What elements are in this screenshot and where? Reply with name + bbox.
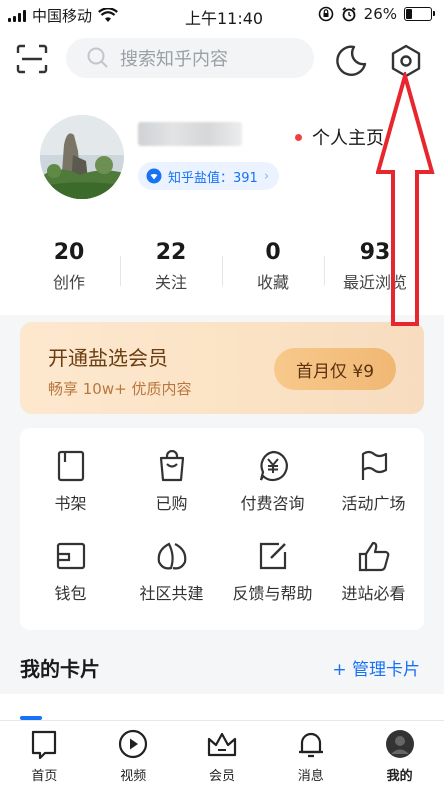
annotation-arrow-icon — [376, 72, 435, 326]
avatar-image — [40, 115, 124, 199]
grid-item-label: 进站必看 — [341, 584, 406, 603]
grid-item-label: 社区共建 — [139, 584, 204, 603]
chevron-right-icon: › — [263, 168, 270, 184]
leaves-icon — [157, 542, 186, 570]
stat-following[interactable]: 22 关注 — [120, 240, 222, 293]
stat-number: 0 — [265, 240, 281, 265]
thumbs-up-icon — [358, 541, 389, 572]
grid-item-label: 钱包 — [54, 584, 87, 603]
vip-banner[interactable]: 开通盐选会员 畅享 10w+ 优质内容 首月仅 ¥9 — [20, 322, 424, 414]
bag-icon — [159, 450, 184, 482]
grid-item-community[interactable]: 社区共建 — [121, 540, 222, 604]
nav-messages[interactable]: 消息 — [266, 721, 355, 789]
vip-offer-button[interactable]: 首月仅 ¥9 — [274, 348, 396, 390]
search-bar[interactable]: 搜索知乎内容 — [66, 38, 314, 78]
grid-item-label: 活动广场 — [341, 494, 406, 513]
vip-title: 开通盐选会员 — [48, 346, 168, 370]
vip-subtitle: 畅享 10w+ 优质内容 — [48, 380, 192, 398]
stats-row: 20 创作 22 关注 0 收藏 93 最近浏览 — [18, 240, 426, 293]
yuan-bubble-icon — [259, 450, 288, 482]
nav-video[interactable]: 视频 — [89, 721, 178, 789]
stat-label: 创作 — [52, 273, 85, 292]
carrier-info: 中国移动 — [8, 5, 118, 26]
salt-value-text: 知乎盐值：391 — [168, 170, 258, 186]
alarm-icon — [342, 7, 356, 22]
stat-number: 20 — [53, 240, 85, 265]
signal-icon — [8, 9, 26, 22]
stat-number: 22 — [155, 240, 187, 265]
feature-grid: 书架 已购 付费咨询 活动广场 钱包 社区共建 反馈与帮助 进站必看 — [20, 428, 424, 630]
grid-item-label: 已购 — [155, 494, 188, 513]
bookshelf-icon — [57, 450, 84, 482]
crown-icon — [207, 732, 237, 757]
nav-mine[interactable]: 我的 — [355, 721, 444, 789]
status-right: 26% — [318, 5, 435, 23]
stat-label: 关注 — [154, 273, 187, 292]
flag-icon — [361, 450, 387, 480]
grid-item-wallet[interactable]: 钱包 — [20, 540, 121, 604]
grid-item-must-read[interactable]: 进站必看 — [323, 540, 424, 604]
avatar[interactable] — [40, 115, 124, 199]
nav-home[interactable]: 首页 — [0, 721, 89, 789]
homepage-label: 个人主页 — [312, 128, 384, 149]
wallet-icon — [56, 542, 85, 570]
grid-item-label: 书架 — [54, 494, 87, 513]
battery-icon — [404, 7, 435, 21]
grid-item-bookshelf[interactable]: 书架 — [20, 450, 121, 514]
nav-label: 我的 — [386, 769, 413, 784]
edit-icon — [259, 542, 286, 570]
shield-check-icon — [146, 168, 162, 184]
nav-membership[interactable]: 会员 — [178, 721, 267, 789]
search-placeholder: 搜索知乎内容 — [120, 49, 228, 70]
nav-label: 视频 — [120, 769, 147, 784]
wifi-icon — [98, 8, 118, 22]
nav-label: 消息 — [297, 769, 324, 784]
manage-cards-link[interactable]: + 管理卡片 — [332, 655, 420, 680]
salt-value-badge[interactable]: 知乎盐值：391 › — [138, 162, 280, 190]
stat-favorites[interactable]: 0 收藏 — [222, 240, 324, 293]
grid-item-label: 付费咨询 — [240, 494, 305, 513]
cards-container — [0, 694, 444, 720]
status-time: 上午11:40 — [185, 9, 264, 28]
orientation-lock-icon — [318, 6, 333, 22]
bell-icon — [298, 732, 323, 758]
grid-item-purchased[interactable]: 已购 — [121, 450, 222, 514]
stat-creations[interactable]: 20 创作 — [18, 240, 120, 293]
homepage-link[interactable]: 个人主页 — [295, 124, 384, 150]
nav-label: 首页 — [31, 769, 58, 784]
status-bar: 中国移动 上午11:40 26% — [0, 0, 444, 30]
nav-label: 会员 — [208, 769, 235, 784]
stat-label: 收藏 — [256, 273, 289, 292]
grid-item-events[interactable]: 活动广场 — [323, 450, 424, 514]
notification-dot — [295, 133, 302, 141]
scan-icon[interactable] — [16, 44, 48, 74]
profile-avatar-icon — [385, 730, 414, 758]
my-cards-title: 我的卡片 — [20, 657, 100, 681]
video-play-icon — [119, 729, 148, 759]
search-icon — [87, 47, 108, 68]
grid-item-label: 反馈与帮助 — [232, 584, 313, 603]
night-mode-icon[interactable] — [334, 44, 368, 78]
bottom-nav: 首页 视频 会员 消息 我的 — [0, 720, 444, 789]
grid-item-feedback[interactable]: 反馈与帮助 — [222, 540, 323, 604]
username-blurred — [138, 122, 242, 146]
carrier-name: 中国移动 — [32, 7, 93, 25]
grid-item-paid-consult[interactable]: 付费咨询 — [222, 450, 323, 514]
battery-percent: 26% — [363, 5, 397, 23]
home-icon — [32, 730, 57, 760]
